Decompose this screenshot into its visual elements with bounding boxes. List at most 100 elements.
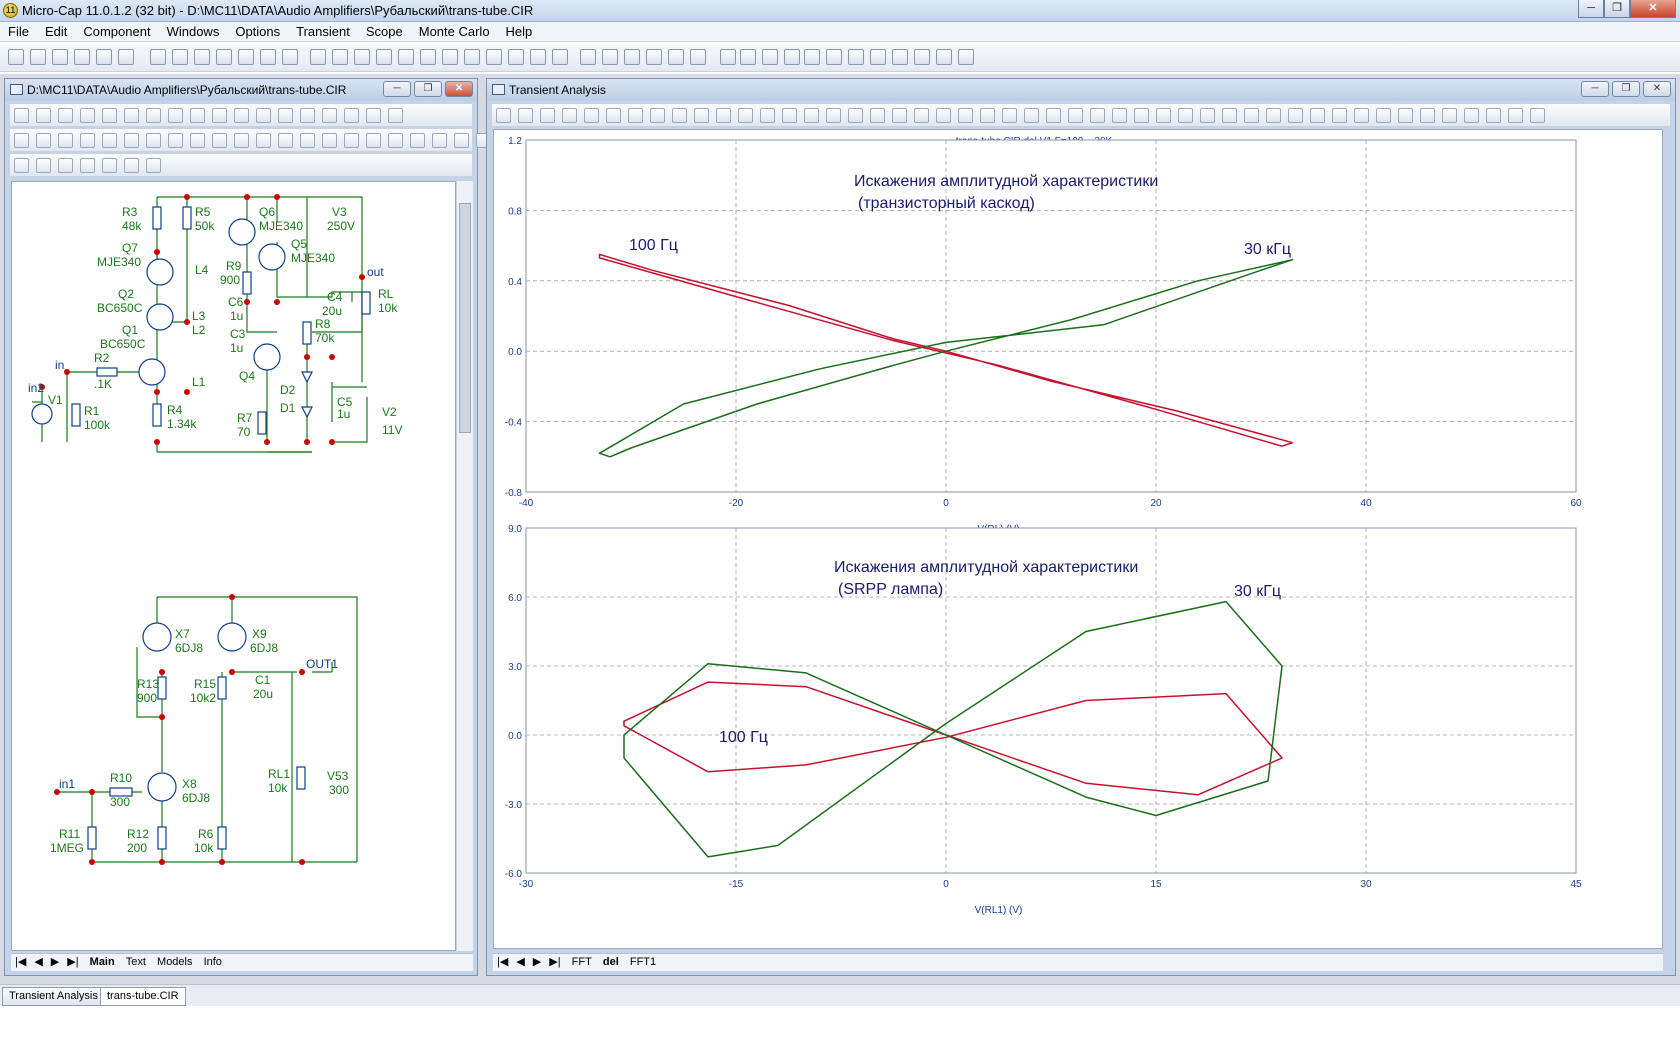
main-toolbar-button-27[interactable] (602, 49, 618, 65)
sch-tool-b-14-icon[interactable] (300, 133, 315, 148)
analysis-tool-16-icon[interactable] (826, 108, 841, 123)
analysis-tool-18-icon[interactable] (870, 108, 885, 123)
menu-monte-carlo[interactable]: Monte Carlo (411, 22, 498, 41)
analysis-minimize-button[interactable]: ─ (1581, 81, 1609, 97)
sch-tool-c-3-icon[interactable] (58, 158, 73, 173)
analysis-tool-9-icon[interactable] (672, 108, 687, 123)
analysis-tool-19-icon[interactable] (892, 108, 907, 123)
schematic-canvas[interactable]: R3 48k R5 50k Q6 MJE340 V3 250V Q7 MJE34… (11, 181, 456, 951)
sch-tool-b-4-icon[interactable] (80, 133, 95, 148)
sch-tool-c-1-icon[interactable] (14, 158, 29, 173)
main-toolbar-button-18[interactable] (398, 49, 414, 65)
analysis-tool-14-icon[interactable] (782, 108, 797, 123)
analysis-tool-46-icon[interactable] (1486, 108, 1501, 123)
sch-tool-a-6-icon[interactable] (124, 108, 139, 123)
sch-tool-b-3-icon[interactable] (58, 133, 73, 148)
main-toolbar-button-38[interactable] (848, 49, 864, 65)
main-toolbar-button-8[interactable] (172, 49, 188, 65)
analysis-tool-30-icon[interactable] (1134, 108, 1149, 123)
sch-tool-a-5-icon[interactable] (102, 108, 117, 123)
analysis-tool-44-icon[interactable] (1442, 108, 1457, 123)
schematic-scroll-thumb[interactable] (459, 203, 471, 433)
analysis-tool-26-icon[interactable] (1046, 108, 1061, 123)
main-toolbar-button-26[interactable] (580, 49, 596, 65)
menu-component[interactable]: Component (75, 22, 158, 41)
sch-tool-b-15-icon[interactable] (322, 133, 337, 148)
sch-tool-a-10-icon[interactable] (212, 108, 227, 123)
analysis-tool-21-icon[interactable] (936, 108, 951, 123)
sch-tool-b-13-icon[interactable] (278, 133, 293, 148)
sch-tool-c-6-icon[interactable] (124, 158, 139, 173)
analysis-restore-button[interactable]: ❐ (1612, 81, 1640, 97)
sch-tool-a-16-icon[interactable] (344, 108, 359, 123)
analysis-tool-45-icon[interactable] (1464, 108, 1479, 123)
main-toolbar-button-30[interactable] (668, 49, 684, 65)
menu-windows[interactable]: Windows (159, 22, 228, 41)
sch-tool-b-8-icon[interactable] (168, 133, 183, 148)
analysis-tool-7-icon[interactable] (628, 108, 643, 123)
analysis-tool-48-icon[interactable] (1530, 108, 1545, 123)
main-toolbar-button-43[interactable] (958, 49, 974, 65)
analysis-tab-nav-first[interactable]: |◀ (493, 954, 512, 969)
main-toolbar-button-6[interactable] (118, 49, 134, 65)
analysis-tool-2-icon[interactable] (518, 108, 533, 123)
analysis-tool-24-icon[interactable] (1002, 108, 1017, 123)
tab-nav-next[interactable]: ▶ (47, 954, 63, 969)
analysis-tool-35-icon[interactable] (1244, 108, 1259, 123)
plot-area[interactable]: trans-tube.CIR del V1.F=100 ...30K -40-2… (493, 129, 1663, 949)
menu-file[interactable]: File (0, 22, 37, 41)
analysis-tab-fft1[interactable]: FFT1 (626, 955, 660, 969)
analysis-tool-3-icon[interactable] (540, 108, 555, 123)
menu-transient[interactable]: Transient (288, 22, 358, 41)
sch-tool-b-19-icon[interactable] (410, 133, 425, 148)
analysis-tool-37-icon[interactable] (1288, 108, 1303, 123)
main-toolbar-button-22[interactable] (486, 49, 502, 65)
main-toolbar-button-15[interactable] (332, 49, 348, 65)
analysis-close-button[interactable]: ✕ (1643, 81, 1671, 97)
minimize-button[interactable]: ─ (1578, 0, 1604, 18)
menu-scope[interactable]: Scope (358, 22, 411, 41)
sch-tool-b-11-icon[interactable] (234, 133, 249, 148)
sch-tool-c-7-icon[interactable] (146, 158, 161, 173)
tab-nav-first[interactable]: |◀ (11, 954, 30, 969)
analysis-tool-6-icon[interactable] (606, 108, 621, 123)
analysis-tool-32-icon[interactable] (1178, 108, 1193, 123)
sch-tool-a-17-icon[interactable] (366, 108, 381, 123)
main-toolbar-button-29[interactable] (646, 49, 662, 65)
analysis-tool-27-icon[interactable] (1068, 108, 1083, 123)
analysis-tool-28-icon[interactable] (1090, 108, 1105, 123)
analysis-tool-31-icon[interactable] (1156, 108, 1171, 123)
sch-tool-b-2-icon[interactable] (36, 133, 51, 148)
sch-tool-b-18-icon[interactable] (388, 133, 403, 148)
sch-tool-b-1-icon[interactable] (14, 133, 29, 148)
analysis-tab-nav-prev[interactable]: ◀ (512, 954, 528, 969)
analysis-tool-5-icon[interactable] (584, 108, 599, 123)
analysis-tool-12-icon[interactable] (738, 108, 753, 123)
sch-tool-b-21-icon[interactable] (454, 133, 469, 148)
schematic-minimize-button[interactable]: ─ (383, 81, 411, 97)
analysis-tab-nav-last[interactable]: ▶| (545, 954, 564, 969)
analysis-tool-8-icon[interactable] (650, 108, 665, 123)
main-toolbar-button-2[interactable] (30, 49, 46, 65)
sch-tool-a-3-icon[interactable] (58, 108, 73, 123)
sch-tool-a-14-icon[interactable] (300, 108, 315, 123)
main-toolbar-button-32[interactable] (720, 49, 736, 65)
sch-tool-c-4-icon[interactable] (80, 158, 95, 173)
main-toolbar-button-39[interactable] (870, 49, 886, 65)
analysis-tool-41-icon[interactable] (1376, 108, 1391, 123)
main-toolbar-button-33[interactable] (740, 49, 756, 65)
main-toolbar-button-17[interactable] (376, 49, 392, 65)
sch-tool-a-1-icon[interactable] (14, 108, 29, 123)
sch-tool-b-7-icon[interactable] (146, 133, 161, 148)
analysis-tool-43-icon[interactable] (1420, 108, 1435, 123)
analysis-tab-nav-next[interactable]: ▶ (529, 954, 545, 969)
analysis-tool-1-icon[interactable] (496, 108, 511, 123)
main-toolbar-button-14[interactable] (310, 49, 326, 65)
sch-tool-a-9-icon[interactable] (190, 108, 205, 123)
menu-options[interactable]: Options (227, 22, 288, 41)
main-toolbar-button-13[interactable] (282, 49, 298, 65)
sch-tool-c-2-icon[interactable] (36, 158, 51, 173)
sch-tool-c-5-icon[interactable] (102, 158, 117, 173)
main-toolbar-button-9[interactable] (194, 49, 210, 65)
sch-tool-a-18-icon[interactable] (388, 108, 403, 123)
